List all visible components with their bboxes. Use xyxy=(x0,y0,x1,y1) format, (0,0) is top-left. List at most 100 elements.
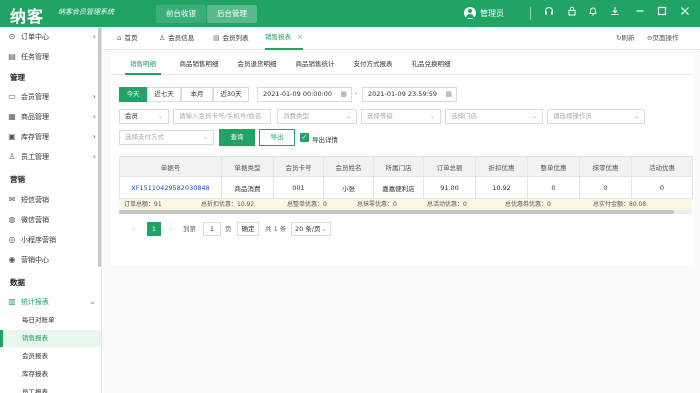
close-icon[interactable] xyxy=(678,6,692,20)
level-select[interactable]: 选择等级 ⌄ xyxy=(361,109,441,124)
sidebar-sub-members[interactable]: 会员报表 xyxy=(0,348,101,365)
prev-page-icon[interactable]: ‹ xyxy=(127,223,139,236)
sidebar-sub-stock[interactable]: 库存报表 xyxy=(0,366,101,383)
sidebar-sub-daily[interactable]: 每日对账单 xyxy=(0,312,101,329)
summary-order-total: 订单总额：91 xyxy=(124,201,162,208)
date-end-input[interactable]: 2021-01-09 23:59:59 ▦ xyxy=(362,87,457,102)
refresh-label: 刷新 xyxy=(621,34,635,42)
bell-icon[interactable] xyxy=(586,6,600,20)
sidebar-sub-staff[interactable]: 员工报表 xyxy=(0,384,101,393)
list-icon: ▤ xyxy=(213,34,220,42)
scrollbar-thumb[interactable] xyxy=(119,210,674,214)
total-count: 共 1 条 xyxy=(265,225,287,233)
date-start-input[interactable]: 2021-01-09 00:00:00 ▦ xyxy=(257,87,352,102)
order-number-link[interactable]: XF15110429582030848 xyxy=(119,176,222,199)
sidebar-item-wechat[interactable]: ◍ 微信营销 xyxy=(0,210,101,230)
miniapp-icon: ◎ xyxy=(8,235,16,244)
lock-icon[interactable] xyxy=(565,6,579,20)
next-page-icon[interactable]: › xyxy=(165,223,177,236)
sidebar-sub-sales[interactable]: 销售报表 xyxy=(0,330,101,347)
subtab-member-returns[interactable]: 会员退货明细 xyxy=(233,55,281,75)
consume-type-select[interactable]: 消费类型 ⌄ xyxy=(277,109,357,124)
section-data: 数据 xyxy=(10,278,25,287)
col-header: 单据号 xyxy=(119,156,222,177)
sidebar-item-goods[interactable]: ▦ 商品管理 › xyxy=(0,107,101,127)
summary-discount-total: 总折扣优惠：10.92 xyxy=(201,201,255,208)
avatar-icon xyxy=(464,7,476,19)
goto-page-input[interactable]: 1 xyxy=(203,222,221,236)
consume-type-placeholder: 消费类型 xyxy=(283,112,309,120)
report-panel: 销售明细 商品销售明细 会员退货明细 商品销售统计 支付方式报表 礼品兑换明细 … xyxy=(111,55,694,265)
chevron-down-icon: ⌄ xyxy=(157,113,163,120)
summary-round-discount: 总抹零优惠：0 xyxy=(357,201,397,208)
subtab-goods-sales-detail[interactable]: 商品销售明细 xyxy=(175,55,223,75)
page-size-select[interactable]: 20 条/页 ⌄ xyxy=(291,222,331,236)
tab-sales-report[interactable]: 销售报表 × xyxy=(265,27,303,50)
sidebar-item-sms[interactable]: ✉ 短信营销 xyxy=(0,190,101,210)
table-row: XF15110429582030848 商品消费 001 小张 嘉嘉便利店 91… xyxy=(119,176,693,199)
sms-icon: ✉ xyxy=(8,195,16,204)
member-type-select[interactable]: 会员 ⌄ xyxy=(119,109,169,124)
sidebar-item-marketing-center[interactable]: ◉ 营销中心 xyxy=(0,250,101,270)
page-1-button[interactable]: 1 xyxy=(147,222,161,236)
wechat-icon: ◍ xyxy=(8,215,16,224)
maximize-icon[interactable] xyxy=(655,6,669,20)
table-cell: 商品消费 xyxy=(221,176,274,199)
tab-member-list[interactable]: ▤ 会员列表 xyxy=(213,27,249,50)
tab-member-info[interactable]: ♙ 会员信息 xyxy=(159,27,194,50)
date-today-button[interactable]: 今天 xyxy=(119,87,147,102)
payment-method-select[interactable]: 选择支付方式 ⌄ xyxy=(119,130,214,145)
export-button[interactable]: 导出 xyxy=(259,129,295,146)
user-menu[interactable]: 管理员 xyxy=(464,6,504,20)
refresh-button[interactable]: ↻刷新 xyxy=(616,27,634,50)
chevron-right-icon: › xyxy=(92,132,96,141)
date-month-button[interactable]: 本月 xyxy=(181,87,213,102)
section-manage: 管理 xyxy=(10,73,25,82)
table-scrollbar[interactable] xyxy=(119,210,692,214)
back-office-tab[interactable]: 后台管理 xyxy=(207,5,257,23)
sidebar-item-tasks[interactable]: ▤ 任务管理 xyxy=(0,47,101,67)
sidebar-item-staff[interactable]: ♙ 员工管理 › xyxy=(0,147,101,167)
sidebar-scrollbar[interactable] xyxy=(98,27,101,267)
member-search-input[interactable]: 请输入会员卡号/手机号/姓名 xyxy=(173,109,271,124)
table-cell: 10.92 xyxy=(475,176,528,199)
sidebar-item-label: 营销中心 xyxy=(21,256,49,264)
close-tab-icon[interactable]: × xyxy=(297,26,303,49)
subtab-payment-report[interactable]: 支付方式报表 xyxy=(349,55,397,75)
sidebar-item-reports[interactable]: ▥ 统计报表 ⌄ xyxy=(0,292,101,312)
sidebar-item-miniapp[interactable]: ◎ 小程序营销 xyxy=(0,230,101,250)
table-cell: 001 xyxy=(273,176,324,199)
calendar-icon: ▦ xyxy=(340,90,347,98)
sidebar-item-stock[interactable]: ▣ 库存管理 › xyxy=(0,127,101,147)
minimize-icon[interactable] xyxy=(633,6,647,20)
col-header: 活动优惠 xyxy=(631,156,693,177)
store-select[interactable]: 选择门店 ⌄ xyxy=(445,109,543,124)
date-7days-button[interactable]: 近七天 xyxy=(147,87,181,102)
headset-icon[interactable] xyxy=(542,6,556,20)
date-start-value: 2021-01-09 00:00:00 xyxy=(263,90,333,98)
tab-home[interactable]: ⌂ 首页 xyxy=(117,27,137,50)
page-ops-label: 页面操作 xyxy=(652,34,679,42)
subtab-goods-sales-stats[interactable]: 商品销售统计 xyxy=(291,55,339,75)
sidebar-item-label: 员工管理 xyxy=(21,153,49,161)
date-30days-button[interactable]: 近30天 xyxy=(213,87,249,102)
export-detail-label: 导出详情 xyxy=(312,136,338,144)
export-detail-checkbox[interactable]: ✓ xyxy=(300,133,309,142)
operator-select[interactable]: 请选择操作员 ⌄ xyxy=(547,109,645,124)
summary-paid-total: 总实付金额：80.08 xyxy=(593,201,647,208)
sidebar-item-members[interactable]: ▭ 会员管理 › xyxy=(0,87,101,107)
query-button[interactable]: 查询 xyxy=(219,129,255,146)
download-icon[interactable] xyxy=(608,6,622,20)
goto-confirm-button[interactable]: 确定 xyxy=(237,222,259,236)
sidebar-item-label: 任务管理 xyxy=(21,53,49,61)
sidebar-item-orders[interactable]: ⊙ 订单中心 › xyxy=(0,27,101,47)
page-ops-button[interactable]: ⊖页面操作 xyxy=(647,27,678,50)
subtab-sales-detail[interactable]: 销售明细 xyxy=(125,55,161,75)
front-cashier-tab[interactable]: 前台收银 xyxy=(156,5,206,23)
table-cell: 嘉嘉便利店 xyxy=(373,176,424,199)
col-header: 会员姓名 xyxy=(323,156,374,177)
chevron-down-icon: ⌄ xyxy=(531,113,537,120)
summary-activity-discount: 总活动优惠：0 xyxy=(427,201,467,208)
subtab-gift-exchange[interactable]: 礼品兑换明细 xyxy=(407,55,455,75)
title-divider xyxy=(530,7,531,20)
